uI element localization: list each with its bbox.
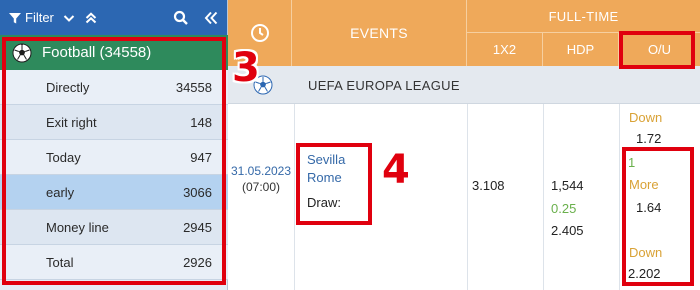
tab-1x2[interactable]: 1X2 <box>467 33 543 66</box>
fulltime-column-header: FULL-TIME <box>467 0 700 33</box>
annotation-number-4: 4 <box>382 147 410 193</box>
sidebar-toolbar: Filter <box>0 0 227 35</box>
clock-icon <box>250 24 269 42</box>
tab-hdp[interactable]: HDP <box>543 33 619 66</box>
odd-1x2-home[interactable]: 3.108 <box>472 178 505 194</box>
search-icon[interactable] <box>173 10 189 26</box>
events-column-header: EVENTS <box>292 0 467 66</box>
annotation-box-sidebar <box>2 37 226 285</box>
filter-button[interactable]: Filter <box>8 10 54 25</box>
column-divider <box>467 104 468 290</box>
odd-ou-top[interactable]: 1.72 <box>636 131 661 147</box>
chevron-down-icon[interactable] <box>62 11 76 25</box>
column-divider <box>619 104 620 290</box>
annotation-number-3: 3 <box>232 45 260 91</box>
double-chevron-left-icon[interactable] <box>203 10 219 26</box>
odd-hdp-away[interactable]: 2.405 <box>551 223 584 239</box>
league-row[interactable]: UEFA EUROPA LEAGUE <box>228 66 700 104</box>
match-date: 31.05.2023 <box>230 164 292 178</box>
ou-top-label: Down <box>629 110 663 125</box>
filter-icon <box>9 12 21 23</box>
odd-hdp-home[interactable]: 1,544 <box>551 178 584 194</box>
double-chevron-up-icon[interactable] <box>84 11 98 25</box>
annotation-box-teams <box>296 143 372 225</box>
match-time: (07:00) <box>241 180 281 194</box>
annotation-box-ou-tab <box>619 31 695 69</box>
filter-label: Filter <box>25 10 54 25</box>
column-divider <box>543 104 544 290</box>
league-name: UEFA EUROPA LEAGUE <box>308 78 460 93</box>
annotation-box-ou-odds <box>622 147 694 286</box>
hdp-line: 0.25 <box>551 201 577 216</box>
column-divider <box>294 104 295 290</box>
